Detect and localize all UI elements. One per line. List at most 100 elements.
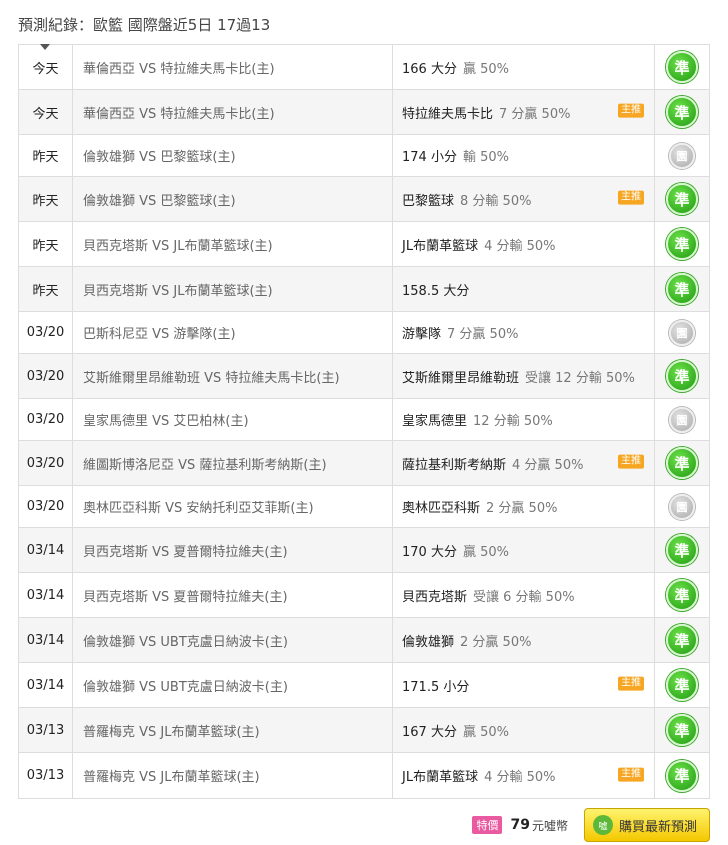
row-match: 華倫西亞 VS 特拉維夫馬卡比(主) (73, 45, 393, 89)
row-pick: JL布蘭革籃球 4 分輸 50% (393, 222, 655, 266)
accurate-badge-icon: 準 (666, 759, 698, 792)
table-row: 03/14 貝西克塔斯 VS 夏普爾特拉維夫(主) 貝西克塔斯 受讓 6 分輸 50%… (19, 573, 710, 618)
row-match: 貝西克塔斯 VS JL布蘭革籃球(主) (73, 267, 393, 311)
row-match: 普羅梅克 VS JL布蘭革籃球(主) (73, 708, 393, 752)
buy-latest-prediction-button[interactable]: 噓 購買最新預測 (583, 808, 710, 842)
pick-odds: 輸 50% (462, 150, 509, 165)
row-pick: 游擊隊 7 分贏 50% (393, 312, 655, 353)
pick-label: 游擊隊 (402, 327, 442, 342)
accurate-badge-icon: 準 (666, 273, 698, 305)
accurate-badge-icon: 準 (666, 228, 698, 260)
featured-tag: 主推 (618, 454, 644, 469)
row-match: 倫敦雄獅 VS UBT克盧日納波卡(主) (73, 663, 393, 707)
row-match: 倫敦雄獅 VS UBT克盧日納波卡(主) (73, 618, 393, 662)
row-pick: 166 大分贏 50% (393, 45, 655, 89)
pick-odds: 4 分輸 50% (484, 770, 556, 785)
row-pick: 特拉維夫馬卡比 7 分贏 50% 主推 (393, 90, 655, 134)
push-badge-icon: 園 (669, 142, 695, 169)
row-result: 準 (655, 90, 710, 134)
pick-label: 167 大分 (402, 724, 457, 740)
row-date: 03/20 (19, 354, 73, 398)
row-result: 園 (655, 312, 710, 353)
pick-label: 奧林匹亞科斯 (402, 501, 481, 516)
row-pick: 奧林匹亞科斯 2 分贏 50% (393, 486, 655, 527)
table-row: 03/14 貝西克塔斯 VS 夏普爾特拉維夫(主) 170 大分贏 50% 準 (19, 528, 710, 573)
table-row: 03/20 維圖斯博洛尼亞 VS 薩拉基利斯考納斯(主) 薩拉基利斯考納斯 4 分贏 … (19, 441, 710, 486)
page-title: 預測紀錄：歐籃 國際盤近5日 17過13 (18, 16, 271, 34)
pick-odds: 4 分輸 50% (484, 238, 556, 254)
table-row: 昨天 倫敦雄獅 VS 巴黎籃球(主) 174 小分輸 50% 園 (19, 135, 710, 177)
table-row: 03/20 皇家馬德里 VS 艾巴柏林(主) 皇家馬德里 12 分輸 50% 園 (19, 399, 710, 441)
row-date: 03/14 (19, 618, 73, 662)
row-result: 準 (655, 708, 710, 752)
pick-label: JL布蘭革籃球 (402, 770, 479, 785)
pick-odds: 2 分贏 50% (460, 634, 532, 650)
row-result: 園 (655, 399, 710, 440)
accurate-badge-icon: 準 (666, 624, 698, 656)
sort-arrow-icon (40, 44, 50, 50)
table-row: 昨天 倫敦雄獅 VS 巴黎籃球(主) 巴黎籃球 8 分輸 50% 主推 準 (19, 177, 710, 222)
row-pick: 170 大分贏 50% (393, 528, 655, 572)
pick-label: 艾斯維爾里昂維勒班 (402, 370, 520, 386)
row-result: 準 (655, 753, 710, 798)
purchase-bar: 特價 79 元噓幣 噓 購買最新預測 (472, 807, 710, 843)
pick-label: 巴黎籃球 (402, 193, 455, 209)
row-pick: 167 大分贏 50% (393, 708, 655, 752)
pick-label: 薩拉基利斯考納斯 (402, 457, 507, 473)
row-date: 昨天 (19, 177, 73, 221)
price-value: 79 (510, 817, 530, 833)
pick-odds: 7 分贏 50% (447, 327, 519, 342)
table-row: 03/20 艾斯維爾里昂維勒班 VS 特拉維夫馬卡比(主) 艾斯維爾里昂維勒班 受讓 … (19, 354, 710, 399)
row-date: 03/20 (19, 312, 73, 353)
accurate-badge-icon: 準 (666, 447, 698, 479)
row-date: 03/20 (19, 441, 73, 485)
table-row: 03/14 倫敦雄獅 VS UBT克盧日納波卡(主) 倫敦雄獅 2 分贏 50% 準 (19, 618, 710, 663)
coin-icon: 噓 (592, 815, 613, 835)
table-row: 03/13 普羅梅克 VS JL布蘭革籃球(主) JL布蘭革籃球 4 分輸 50% 主推… (19, 753, 710, 799)
row-result: 準 (655, 267, 710, 311)
row-match: 普羅梅克 VS JL布蘭革籃球(主) (73, 753, 393, 798)
pick-label: 170 大分 (402, 544, 457, 560)
pick-label: 174 小分 (402, 150, 457, 165)
pick-odds: 8 分輸 50% (460, 193, 532, 209)
table-row: 昨天 貝西克塔斯 VS JL布蘭革籃球(主) 158.5 大分 準 (19, 267, 710, 312)
pick-odds: 4 分贏 50% (512, 457, 584, 473)
table-row: 今天 華倫西亞 VS 特拉維夫馬卡比(主) 特拉維夫馬卡比 7 分贏 50% 主推 準 (19, 90, 710, 135)
special-price-badge: 特價 (472, 816, 503, 834)
row-date: 今天 (19, 90, 73, 134)
pick-odds: 12 分輸 50% (473, 414, 553, 429)
featured-tag: 主推 (618, 190, 644, 205)
row-result: 準 (655, 573, 710, 617)
pick-label: JL布蘭革籃球 (402, 238, 479, 254)
accurate-badge-icon: 準 (666, 669, 698, 701)
table-row: 昨天 貝西克塔斯 VS JL布蘭革籃球(主) JL布蘭革籃球 4 分輸 50% 準 (19, 222, 710, 267)
table-row: 03/20 巴斯科尼亞 VS 游擊隊(主) 游擊隊 7 分贏 50% 園 (19, 312, 710, 354)
row-date: 03/14 (19, 573, 73, 617)
row-match: 貝西克塔斯 VS JL布蘭革籃球(主) (73, 222, 393, 266)
pick-odds: 贏 50% (462, 544, 509, 560)
push-badge-icon: 園 (669, 319, 695, 346)
accurate-badge-icon: 準 (666, 579, 698, 611)
buy-button-label: 購買最新預測 (618, 819, 697, 835)
pick-odds: 7 分贏 50% (499, 106, 571, 122)
row-result: 準 (655, 222, 710, 266)
row-pick: 皇家馬德里 12 分輸 50% (393, 399, 655, 440)
row-pick: 巴黎籃球 8 分輸 50% 主推 (393, 177, 655, 221)
row-date: 03/13 (19, 753, 73, 798)
accurate-badge-icon: 準 (666, 714, 698, 746)
push-badge-icon: 園 (669, 493, 695, 520)
row-match: 維圖斯博洛尼亞 VS 薩拉基利斯考納斯(主) (73, 441, 393, 485)
row-date: 03/20 (19, 486, 73, 527)
row-result: 園 (655, 135, 710, 176)
row-result: 準 (655, 177, 710, 221)
row-pick: 薩拉基利斯考納斯 4 分贏 50% 主推 (393, 441, 655, 485)
pick-label: 貝西克塔斯 (402, 589, 468, 605)
pick-odds: 贏 50% (462, 61, 509, 77)
row-date: 03/14 (19, 528, 73, 572)
row-pick: 貝西克塔斯 受讓 6 分輸 50% (393, 573, 655, 617)
featured-tag: 主推 (618, 676, 644, 691)
pick-odds: 2 分贏 50% (486, 501, 558, 516)
table-row: 今天 華倫西亞 VS 特拉維夫馬卡比(主) 166 大分贏 50% 準 (19, 45, 710, 90)
row-match: 皇家馬德里 VS 艾巴柏林(主) (73, 399, 393, 440)
accurate-badge-icon: 準 (666, 360, 698, 392)
